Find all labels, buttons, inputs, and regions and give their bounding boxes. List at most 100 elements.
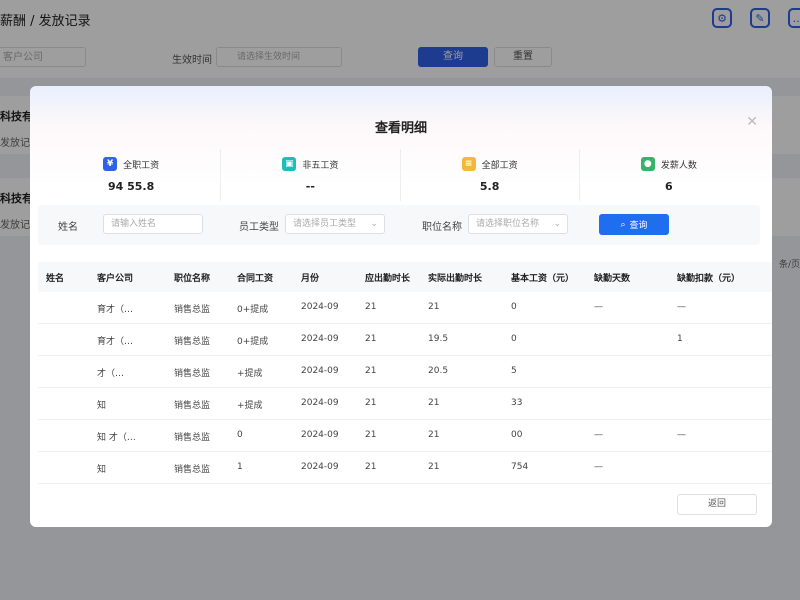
table-cell: 21 (365, 334, 377, 344)
col-header: 缺勤扣款（元） (677, 274, 741, 284)
table-cell: +提成 (237, 401, 263, 411)
table-cell: 21 (365, 302, 377, 312)
table-cell: 21 (365, 398, 377, 408)
table-row[interactable]: 知 销售总监 +提成 2024-09 21 21 33 (38, 388, 772, 420)
col-header: 应出勤时长 (365, 274, 411, 284)
table-cell: — (594, 430, 603, 440)
col-header: 职位名称 (174, 274, 211, 284)
table-cell: 2024-09 (301, 462, 339, 472)
table-cell: 21 (428, 302, 440, 312)
chevron-down-icon: ⌄ (370, 219, 378, 229)
table-cell: 2024-09 (301, 302, 339, 312)
table-cell: 销售总监 (174, 401, 211, 411)
table-cell: 21 (428, 430, 440, 440)
stat-non-five-salary: ▣ 非五工资 -- (221, 149, 401, 201)
stat-value: -- (305, 180, 315, 193)
table-cell: 育才（… (97, 305, 134, 315)
table-cell: 0 (511, 334, 517, 344)
stat-fulltime-salary: ¥ 全职工资 94 55.8 (42, 149, 222, 201)
stat-value: 5.8 (479, 180, 500, 193)
table-cell: 21 (428, 462, 440, 472)
stat-label: 发薪人数 (660, 160, 697, 171)
stat-label: 全职工资 (123, 160, 160, 171)
stat-value: 94 55.8 (107, 180, 155, 193)
col-header: 基本工资（元） (511, 274, 575, 284)
employee-type-placeholder: 请选择员工类型 (293, 219, 357, 229)
table-cell: 才（… (97, 369, 125, 379)
name-label: 姓名 (58, 222, 78, 233)
table-cell: 销售总监 (174, 369, 211, 379)
col-header: 客户公司 (97, 274, 134, 284)
table-cell: 19.5 (428, 334, 449, 344)
table-cell: 销售总监 (174, 465, 211, 475)
detail-modal: 查看明细 ✕ ¥ 全职工资 94 55.8 ▣ 非五工资 -- ≡ 全部工资 5… (30, 86, 772, 527)
stat-label: 非五工资 (302, 160, 339, 171)
table-cell: 21 (365, 462, 377, 472)
search-bar: 姓名 请输入姓名 员工类型 请选择员工类型 ⌄ 职位名称 请选择职位名称 ⌄ ⌕… (38, 205, 760, 245)
name-input[interactable]: 请输入姓名 (103, 214, 203, 234)
table-cell: 0 (237, 430, 243, 440)
summary-stats: ¥ 全职工资 94 55.8 ▣ 非五工资 -- ≡ 全部工资 5.8 ● 发薪… (42, 149, 758, 201)
document-icon: ≡ (461, 157, 476, 171)
table-cell: 知 (97, 401, 107, 411)
stat-total-salary: ≡ 全部工资 5.8 (401, 149, 580, 201)
stat-paid-count: ● 发薪人数 6 (580, 149, 758, 201)
table-cell: — (594, 462, 603, 472)
stat-value: 6 (665, 180, 673, 193)
table-cell: 21 (365, 430, 377, 440)
detail-table: 姓名 客户公司 职位名称 合同工资 月份 应出勤时长 实际出勤时长 基本工资（元… (38, 262, 772, 484)
table-row[interactable]: 育才（… 销售总监 0+提成 2024-09 21 19.5 0 1 (38, 324, 772, 356)
table-cell: 2024-09 (301, 430, 339, 440)
table-cell: 知 才（… (97, 433, 136, 443)
table-cell: 754 (511, 462, 529, 472)
table-cell: — (594, 302, 603, 312)
table-cell: 2024-09 (301, 366, 339, 376)
table-cell: 00 (511, 430, 523, 440)
table-header: 姓名 客户公司 职位名称 合同工资 月份 应出勤时长 实际出勤时长 基本工资（元… (38, 262, 772, 292)
table-body: 育才（… 销售总监 0+提成 2024-09 21 21 0— — 育才（… 销售总监 0+提成 20… (38, 292, 772, 484)
table-cell: 5 (511, 366, 517, 376)
table-cell: 销售总监 (174, 433, 211, 443)
chevron-down-icon: ⌄ (553, 219, 561, 229)
yen-icon: ¥ (103, 157, 118, 171)
table-cell: 21 (428, 398, 440, 408)
col-header: 缺勤天数 (594, 274, 631, 284)
col-header: 合同工资 (237, 274, 274, 284)
table-cell: 0+提成 (237, 305, 269, 315)
close-icon[interactable]: ✕ (746, 114, 758, 130)
table-cell: — (677, 302, 686, 312)
col-header: 月份 (301, 274, 320, 284)
table-cell: 20.5 (428, 366, 449, 376)
table-cell: 33 (511, 398, 523, 408)
type-label: 员工类型 (239, 222, 279, 233)
search-icon: ⌕ (620, 219, 626, 230)
table-cell: 2024-09 (301, 398, 339, 408)
employee-type-select[interactable]: 请选择员工类型 ⌄ (285, 214, 385, 234)
table-cell: 1 (237, 462, 243, 472)
query-button[interactable]: ⌕ 查询 (599, 214, 669, 235)
position-label: 职位名称 (422, 222, 462, 233)
col-header: 实际出勤时长 (428, 274, 483, 284)
position-select[interactable]: 请选择职位名称 ⌄ (468, 214, 568, 234)
table-cell: 育才（… (97, 337, 134, 347)
table-row[interactable]: 才（… 销售总监 +提成 2024-09 21 20.5 5 (38, 356, 772, 388)
table-cell: 1 (677, 334, 683, 344)
table-cell: 0 (511, 302, 517, 312)
table-cell: — (677, 430, 686, 440)
stat-label: 全部工资 (481, 160, 518, 171)
modal-title: 查看明细 (374, 121, 427, 136)
position-placeholder: 请选择职位名称 (476, 219, 540, 229)
table-cell: 知 (97, 465, 107, 475)
table-row[interactable]: 知 才（… 销售总监 0 2024-09 21 21 00 — — (38, 420, 772, 452)
table-cell: 2024-09 (301, 334, 339, 344)
wallet-icon: ▣ (282, 157, 297, 171)
table-row[interactable]: 知 销售总监 1 2024-09 21 21 754 — (38, 452, 772, 484)
col-header: 姓名 (46, 274, 65, 284)
user-icon: ● (640, 157, 655, 171)
table-cell: 0+提成 (237, 337, 269, 347)
table-cell: +提成 (237, 369, 263, 379)
table-row[interactable]: 育才（… 销售总监 0+提成 2024-09 21 21 0 — — (38, 292, 772, 324)
return-button[interactable]: 返回 (677, 494, 757, 515)
table-cell: 销售总监 (174, 305, 211, 315)
query-button-label: 查询 (629, 221, 648, 231)
